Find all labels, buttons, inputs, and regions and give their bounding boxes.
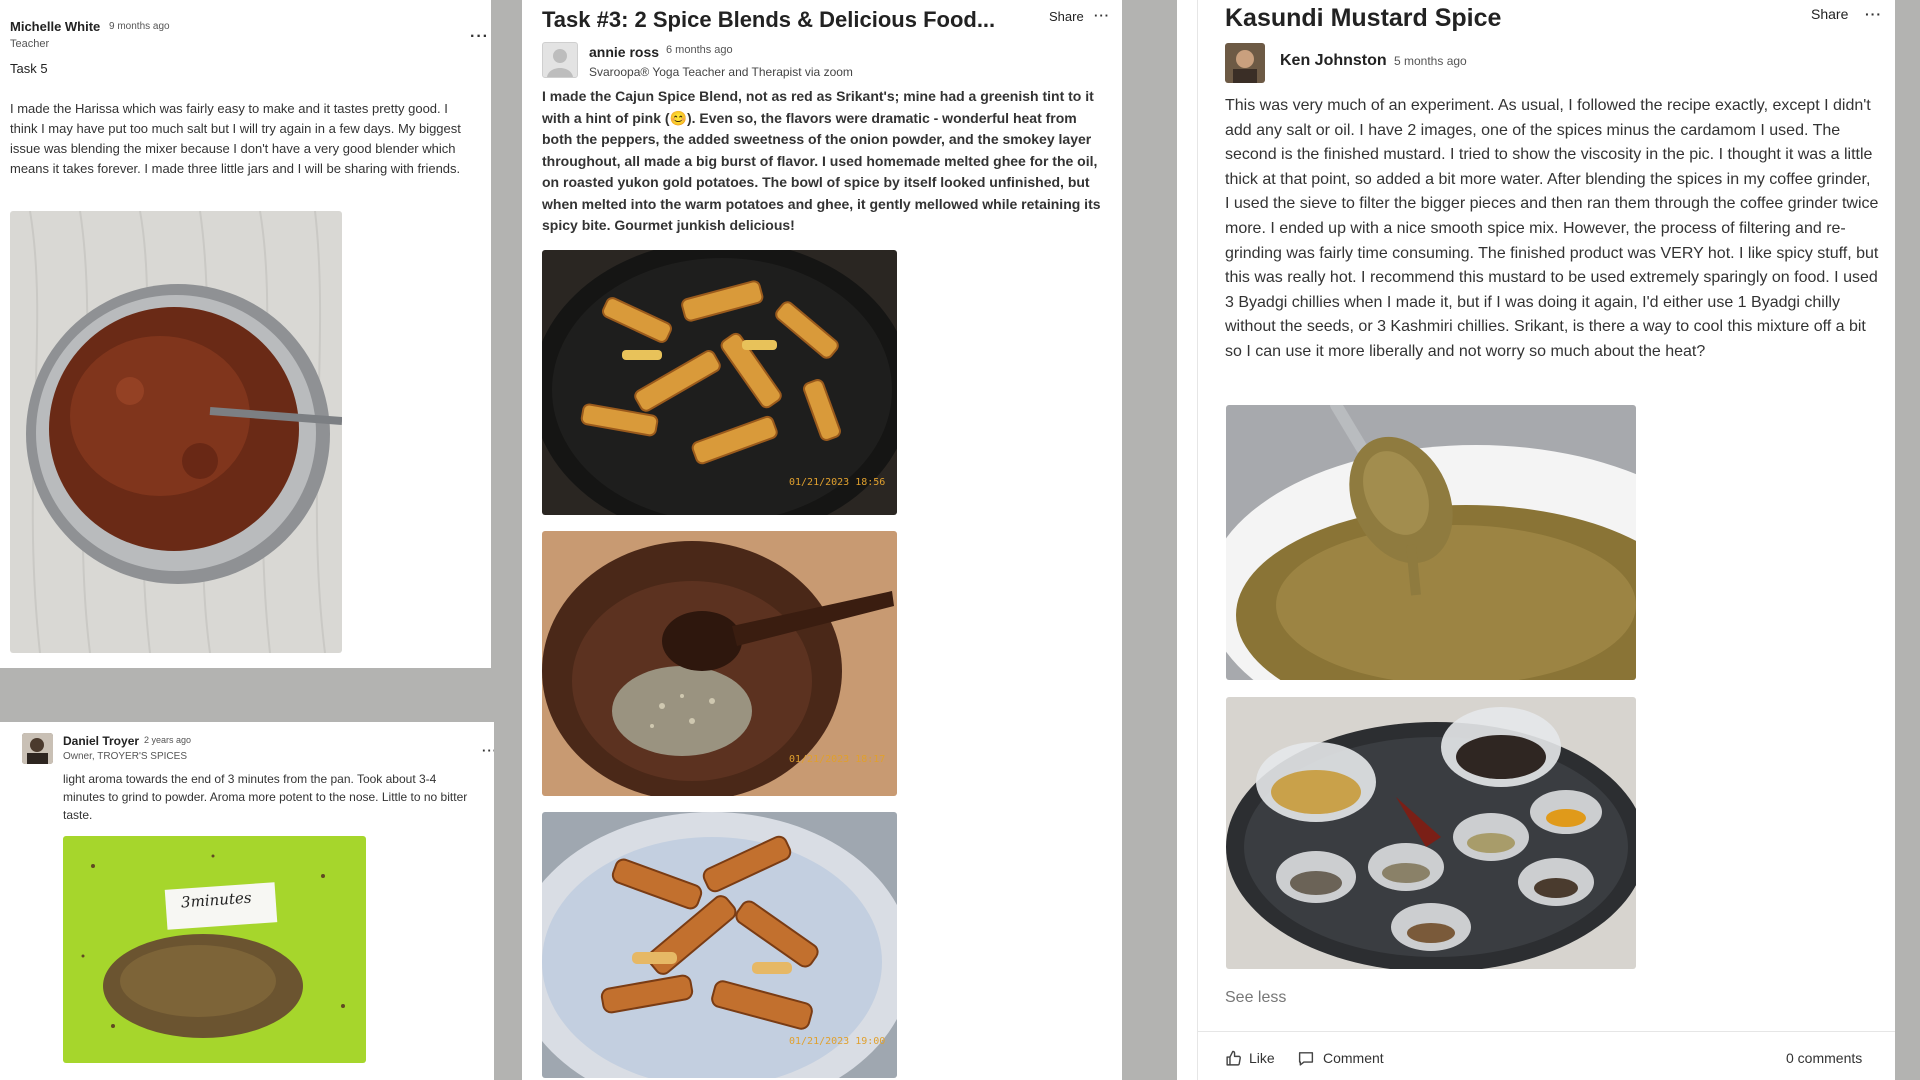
post-body: I made the Harissa which was fairly easy…	[10, 101, 461, 176]
avatar[interactable]	[22, 733, 53, 764]
post-title: Task #3: 2 Spice Blends & Delicious Food…	[542, 7, 996, 32]
author-role: Teacher	[10, 38, 50, 50]
spice-bowl-image[interactable]: 01/21/2023 18:17	[542, 531, 897, 796]
more-options-icon[interactable]: ···	[1094, 9, 1110, 22]
author-name[interactable]: Daniel Troyer	[63, 734, 139, 748]
post-timestamp: 6 months ago	[666, 44, 733, 56]
like-button[interactable]: Like	[1225, 1048, 1275, 1068]
post-body: This was very much of an experiment. As …	[1225, 97, 1879, 360]
post-card-michelle: Michelle White 9 months ago Teacher ··· …	[0, 0, 491, 668]
author-name[interactable]: annie ross	[589, 44, 659, 60]
avatar[interactable]	[1225, 43, 1265, 83]
post-title: Kasundi Mustard Spice	[1225, 4, 1502, 32]
photo-date-stamp: 01/21/2023 18:17	[789, 754, 886, 765]
post-title: Task 5	[10, 61, 48, 76]
spice-bowls-tray-image[interactable]	[1226, 697, 1636, 969]
thumbs-up-icon	[1225, 1050, 1242, 1067]
ground-spice-image[interactable]: 3minutes	[63, 836, 366, 1063]
like-label: Like	[1249, 1050, 1275, 1066]
post-timestamp: 5 months ago	[1394, 54, 1467, 68]
post-card-daniel: Daniel Troyer 2 years ago Owner, TROYER'…	[0, 722, 494, 1080]
avatar[interactable]	[542, 42, 578, 78]
more-options-icon[interactable]: ···	[470, 29, 489, 45]
post-body: I made the Cajun Spice Blend, not as red…	[542, 88, 1101, 233]
harissa-bowl-image[interactable]	[10, 211, 342, 653]
comments-count[interactable]: 0 comments	[1786, 1050, 1862, 1066]
comment-button[interactable]: Comment	[1297, 1048, 1384, 1068]
footer-divider	[1198, 1031, 1895, 1032]
post-card-ken: Kasundi Mustard Spice Share ··· Ken John…	[1177, 0, 1895, 1080]
smile-emoji: 😊	[669, 109, 687, 126]
more-options-icon[interactable]: ···	[1865, 7, 1882, 21]
author-name[interactable]: Ken Johnston	[1280, 52, 1387, 70]
share-button[interactable]: Share	[1049, 9, 1084, 24]
author-role: Owner, TROYER'S SPICES	[63, 751, 187, 762]
author-name[interactable]: Michelle White	[10, 19, 100, 34]
post-timestamp: 2 years ago	[144, 735, 192, 745]
spiced-potatoes-plate-image[interactable]: 01/21/2023 19:00	[542, 812, 897, 1078]
author-role: Svaroopa® Yoga Teacher and Therapist via…	[589, 65, 853, 79]
see-less-link[interactable]: See less	[1225, 989, 1286, 1007]
post-timestamp: 9 months ago	[109, 21, 170, 32]
photo-date-stamp: 01/21/2023 19:00	[789, 1036, 886, 1047]
post-body: light aroma towards the end of 3 minutes…	[63, 772, 468, 822]
more-options-icon[interactable]: ···	[482, 744, 494, 757]
card-divider	[1197, 0, 1198, 1080]
comment-label: Comment	[1323, 1050, 1384, 1066]
post-card-annie: Task #3: 2 Spice Blends & Delicious Food…	[522, 0, 1122, 1080]
share-button[interactable]: Share	[1811, 6, 1848, 22]
roasted-potatoes-pan-image[interactable]: 01/21/2023 18:56	[542, 250, 897, 515]
mustard-paste-spoon-image[interactable]	[1226, 405, 1636, 680]
photo-date-stamp: 01/21/2023 18:56	[789, 477, 886, 488]
comment-bubble-icon	[1297, 1050, 1315, 1067]
